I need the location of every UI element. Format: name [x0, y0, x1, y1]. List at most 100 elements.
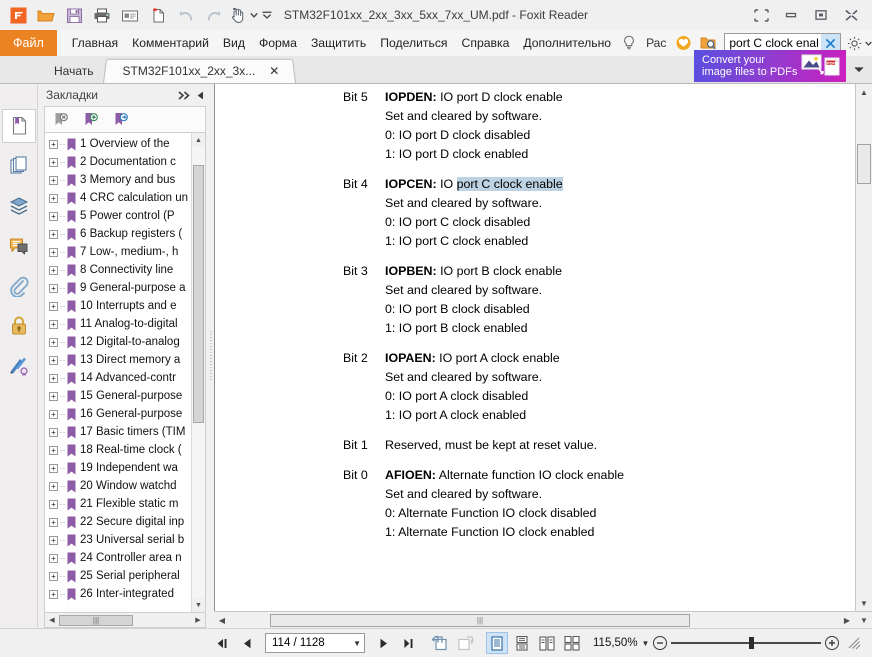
scroll-up-icon[interactable]: ▲: [192, 133, 205, 147]
scroll-down-icon[interactable]: ▼: [192, 598, 205, 612]
menu-item-file[interactable]: Файл: [0, 30, 57, 56]
expand-plus-icon[interactable]: +: [49, 445, 58, 455]
expand-plus-icon[interactable]: +: [49, 265, 58, 275]
scroll-down-icon[interactable]: ▼: [856, 595, 872, 611]
sidebar-item-bookmarks[interactable]: [1, 109, 36, 143]
bookmark-item[interactable]: + ·· 4 CRC calculation un: [45, 189, 191, 207]
continuous-facing-view-button[interactable]: [561, 632, 583, 654]
foxit-logo-icon[interactable]: [5, 3, 31, 27]
bookmark-item[interactable]: + ·· 25 Serial peripheral: [45, 567, 191, 585]
scroll-left-icon[interactable]: ◀: [214, 616, 230, 625]
page-number-input[interactable]: 114 / 1128 ▼: [265, 633, 365, 653]
bookmark-item[interactable]: + ·· 12 Digital-to-analog: [45, 333, 191, 351]
hand-tool-icon[interactable]: [229, 3, 247, 27]
expand-plus-icon[interactable]: +: [49, 355, 58, 365]
bookmarks-list[interactable]: + ·· 1 Overview of the + ·· 2 Documentation …: [44, 132, 206, 613]
expand-plus-icon[interactable]: +: [49, 409, 58, 419]
zoom-chevron-down-icon[interactable]: ▼: [642, 639, 650, 648]
expand-plus-icon[interactable]: +: [49, 229, 58, 239]
expand-plus-icon[interactable]: +: [49, 517, 58, 527]
tab-document[interactable]: STM32F101xx_2xx_3x... ✕: [102, 58, 296, 83]
sidebar-item-pages[interactable]: [2, 149, 36, 183]
expand-plus-icon[interactable]: +: [49, 373, 58, 383]
sidebar-item-attachments[interactable]: [2, 269, 36, 303]
menu-item-form[interactable]: Форма: [252, 30, 304, 56]
bookmark-item[interactable]: + ·· 15 General-purpose: [45, 387, 191, 405]
expand-plus-icon[interactable]: +: [49, 463, 58, 473]
zoom-in-button[interactable]: [825, 636, 840, 650]
bookmark-item[interactable]: + ·· 13 Direct memory a: [45, 351, 191, 369]
bookmark-item[interactable]: + ·· 18 Real-time clock (: [45, 441, 191, 459]
scroll-left-icon[interactable]: ◀: [45, 616, 59, 624]
minimize-icon[interactable]: [776, 2, 806, 28]
expand-plus-icon[interactable]: +: [49, 157, 58, 167]
sidebar-item-comments[interactable]: [2, 229, 36, 263]
scrollbar-thumb[interactable]: [193, 165, 204, 423]
gear-icon[interactable]: [845, 32, 863, 54]
expand-plus-icon[interactable]: +: [49, 175, 58, 185]
scroll-right-icon[interactable]: ▶: [191, 616, 205, 624]
chevron-down-icon[interactable]: ▼: [353, 639, 361, 648]
next-page-icon[interactable]: [372, 632, 394, 654]
tab-start[interactable]: Начать: [34, 58, 110, 83]
resize-grip-icon[interactable]: [843, 632, 865, 654]
scrollbar-thumb[interactable]: |||: [59, 614, 133, 626]
bookmark-item[interactable]: + ·· 26 Inter-integrated: [45, 585, 191, 603]
customize-toolbar-icon[interactable]: [261, 3, 273, 27]
bookmark-item[interactable]: + ·· 3 Memory and bus: [45, 171, 191, 189]
expand-plus-icon[interactable]: +: [49, 247, 58, 257]
scrollbar-thumb[interactable]: [857, 144, 871, 184]
document-horizontal-scrollbar[interactable]: ◀ ||| ▶ ▼: [214, 611, 872, 628]
menu-item-help[interactable]: Справка: [455, 30, 517, 56]
zoom-out-button[interactable]: [653, 636, 668, 650]
bookmark-item[interactable]: + ·· 24 Controller area n: [45, 549, 191, 567]
close-icon[interactable]: [836, 2, 866, 28]
menu-item-home[interactable]: Главная: [65, 30, 125, 56]
bookmark-item[interactable]: + ·· 21 Flexible static m: [45, 495, 191, 513]
expand-plus-icon[interactable]: +: [49, 499, 58, 509]
menu-item-share[interactable]: Поделиться: [373, 30, 454, 56]
single-page-view-button[interactable]: [486, 632, 508, 654]
tab-overflow-chevron-down-icon[interactable]: [848, 57, 870, 81]
maximize-icon[interactable]: [806, 2, 836, 28]
print-icon[interactable]: [89, 3, 115, 27]
search-settings-group[interactable]: [845, 32, 872, 54]
zoom-slider[interactable]: [671, 636, 822, 650]
tab-close-icon[interactable]: ✕: [269, 65, 279, 77]
triangle-left-icon[interactable]: [197, 91, 204, 100]
bookmark-add-icon[interactable]: [83, 112, 99, 127]
fullscreen-icon[interactable]: [746, 2, 776, 28]
split-view-icon[interactable]: ▼: [856, 616, 872, 625]
previous-view-icon[interactable]: [429, 632, 451, 654]
continuous-view-button[interactable]: [511, 632, 533, 654]
bookmark-goto-icon[interactable]: [113, 112, 129, 127]
sidebar-item-signatures[interactable]: [2, 349, 36, 383]
expand-plus-icon[interactable]: +: [49, 319, 58, 329]
sidebar-item-layers[interactable]: [2, 189, 36, 223]
expand-plus-icon[interactable]: +: [49, 553, 58, 563]
expand-plus-icon[interactable]: +: [49, 571, 58, 581]
expand-plus-icon[interactable]: +: [49, 535, 58, 545]
open-file-icon[interactable]: [33, 3, 59, 27]
email-icon[interactable]: [117, 3, 143, 27]
menu-item-view[interactable]: Вид: [216, 30, 252, 56]
zoom-slider-thumb[interactable]: [749, 637, 755, 649]
expand-plus-icon[interactable]: +: [49, 589, 58, 599]
scroll-up-icon[interactable]: ▲: [856, 84, 872, 100]
first-page-icon[interactable]: [211, 632, 233, 654]
bookmarks-vertical-scrollbar[interactable]: ▲ ▼: [191, 133, 205, 612]
menu-item-protect[interactable]: Защитить: [304, 30, 373, 56]
bookmark-item[interactable]: + ·· 16 General-purpose: [45, 405, 191, 423]
bookmark-item[interactable]: + ·· 20 Window watchd: [45, 477, 191, 495]
menu-item-advanced[interactable]: Дополнительно: [516, 30, 618, 56]
menu-item-comment[interactable]: Комментарий: [125, 30, 216, 56]
expand-plus-icon[interactable]: +: [49, 139, 58, 149]
search-settings-dropdown-icon[interactable]: [864, 32, 872, 54]
prev-page-icon[interactable]: [236, 632, 258, 654]
bookmark-item[interactable]: + ·· 22 Secure digital inp: [45, 513, 191, 531]
bookmark-item[interactable]: + ·· 6 Backup registers (: [45, 225, 191, 243]
double-chevron-right-icon[interactable]: [178, 90, 191, 100]
expand-plus-icon[interactable]: +: [49, 193, 58, 203]
bookmark-item[interactable]: + ·· 9 General-purpose a: [45, 279, 191, 297]
save-icon[interactable]: [61, 3, 87, 27]
